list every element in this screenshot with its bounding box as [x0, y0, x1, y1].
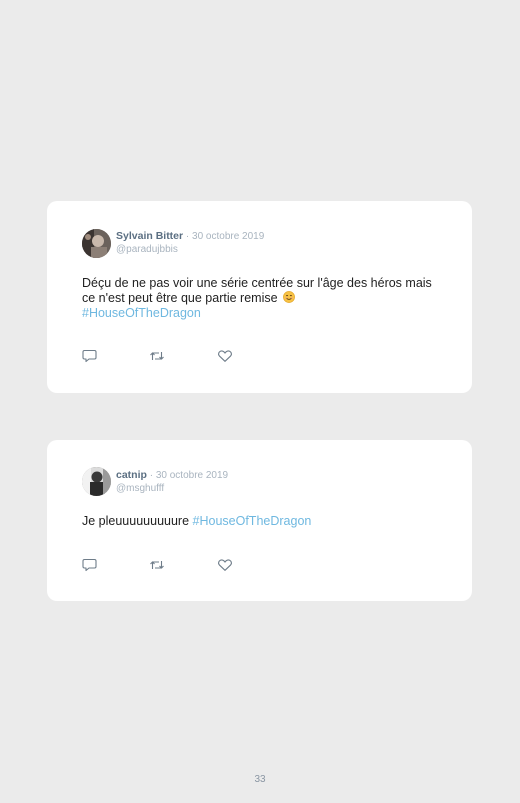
author-name[interactable]: Sylvain Bitter [116, 230, 183, 242]
heart-icon [218, 350, 232, 362]
tweet-actions [82, 349, 242, 363]
author-handle[interactable]: @msghufff [116, 482, 228, 495]
reply-button[interactable] [82, 558, 98, 572]
avatar[interactable] [82, 467, 111, 496]
author-handle[interactable]: @paradujbbis [116, 243, 264, 256]
tweet-card: Sylvain Bitter · 30 octobre 2019 @paradu… [47, 201, 472, 393]
like-button[interactable] [217, 349, 233, 363]
hashtag-link[interactable]: #HouseOfTheDragon [193, 514, 312, 528]
smiling-face-icon [283, 291, 295, 303]
separator-dot: · [185, 231, 190, 242]
heart-icon [218, 559, 232, 571]
tweet-card: catnip · 30 octobre 2019 @msghufff Je pl… [47, 440, 472, 601]
page-number: 33 [254, 774, 266, 785]
tweet-actions [82, 558, 242, 572]
tweet-date[interactable]: 30 octobre 2019 [192, 231, 264, 242]
reply-button[interactable] [82, 349, 98, 363]
like-button[interactable] [217, 558, 233, 572]
hashtag-link[interactable]: #HouseOfTheDragon [82, 306, 201, 320]
retweet-icon [150, 561, 164, 569]
tweet-body: Déçu de ne pas voir une série centrée su… [82, 276, 432, 305]
tweet-text: Je pleuuuuuuuuure #HouseOfTheDragon [82, 514, 442, 529]
tweet-header: catnip · 30 octobre 2019 @msghufff [116, 469, 228, 495]
retweet-icon [150, 352, 164, 360]
author-name[interactable]: catnip [116, 469, 147, 481]
tweet-header: Sylvain Bitter · 30 octobre 2019 @paradu… [116, 230, 264, 256]
retweet-button[interactable] [149, 558, 165, 572]
tweet-text: Déçu de ne pas voir une série centrée su… [82, 276, 442, 321]
reply-icon [82, 558, 97, 572]
separator-dot: · [149, 470, 154, 481]
avatar[interactable] [82, 229, 111, 258]
tweet-date[interactable]: 30 octobre 2019 [156, 470, 228, 481]
tweet-body: Je pleuuuuuuuuure [82, 514, 190, 528]
reply-icon [82, 349, 97, 363]
retweet-button[interactable] [149, 349, 165, 363]
